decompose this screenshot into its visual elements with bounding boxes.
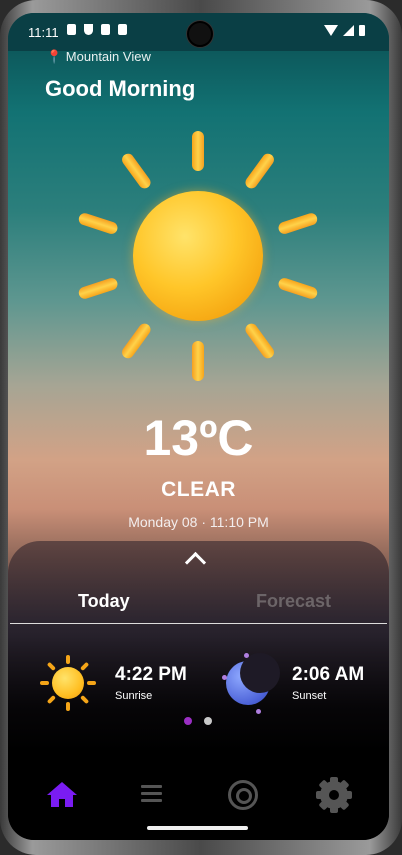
vpn-shield-icon [84,24,93,35]
page-dot-active[interactable] [184,717,192,725]
sun-ray [40,681,49,685]
list-icon [132,775,172,815]
sunrise-label: Sunrise [115,690,153,702]
sun-ray [66,702,70,711]
front-camera [187,21,213,47]
nav-list[interactable] [132,775,172,815]
sunrise-sun-icon [40,655,96,711]
nav-settings[interactable] [314,775,354,815]
sun-ray [87,681,96,685]
status-bar: 11:11 [8,13,389,51]
sim-icon [101,24,110,35]
chevron-up-icon[interactable] [184,551,207,574]
sun-ray [80,661,90,671]
sun-ray [80,695,90,705]
temperature: 13ºC [143,410,254,466]
wifi-icon [324,25,338,36]
sun-ray [46,661,56,671]
signal-icon [343,25,354,36]
home-door [59,799,65,807]
sun-ray [119,321,153,361]
sun-ray [77,276,120,301]
status-icons-right [324,25,365,36]
moon-icon [218,653,280,715]
star-dot [244,653,249,658]
sun-ray [192,131,204,171]
sun-ray [243,151,277,191]
sun-ray [77,211,120,236]
list-line [141,785,162,788]
sun-core [52,667,84,699]
list-line [141,799,162,802]
moon-shadow [240,653,280,693]
phone-frame: 11:11 📍 Mountain View Good Morning 13ºC … [0,0,402,855]
sun-ray [243,321,277,361]
gear-hole [329,790,339,800]
sun-icon [73,131,323,381]
app-screen: 11:11 📍 Mountain View Good Morning 13ºC … [8,13,389,840]
sunset-label: Sunset [292,690,327,702]
sun-ray [276,211,319,236]
page-dot[interactable] [204,717,212,725]
notification-icon [67,24,76,35]
app-a-icon [118,24,127,35]
status-time: 11:11 [28,25,59,40]
radar-icon [223,775,263,815]
radar-inner [236,788,252,804]
tab-divider [10,623,387,624]
sun-ray [119,151,153,191]
gear-icon [314,775,354,815]
bottom-sheet[interactable]: Today Forecast 4:22 PM Sunrise 2:06 AM S… [8,541,389,751]
status-icons-left [67,24,127,35]
weather-condition: CLEAR [161,478,236,501]
star-dot [222,675,227,680]
sun-ray [46,695,56,705]
sunrise-time: 4:22 PM [115,664,187,685]
sunset-time: 2:06 AM [292,664,365,685]
current-datetime: Monday 08 · 11:10 PM [128,514,269,530]
sun-ray [276,276,319,301]
location-label: 📍 Mountain View [46,49,151,64]
sun-core [133,191,263,321]
gesture-bar[interactable] [147,826,248,830]
tab-today[interactable]: Today [78,591,130,612]
tab-forecast[interactable]: Forecast [256,591,331,612]
battery-icon [359,25,365,36]
sun-ray [66,655,70,664]
nav-radar[interactable] [223,775,263,815]
list-line [141,792,162,795]
home-icon [42,775,82,815]
nav-home[interactable] [42,775,82,815]
greeting-title: Good Morning [45,76,196,101]
sun-ray [192,341,204,381]
star-dot [256,709,261,714]
